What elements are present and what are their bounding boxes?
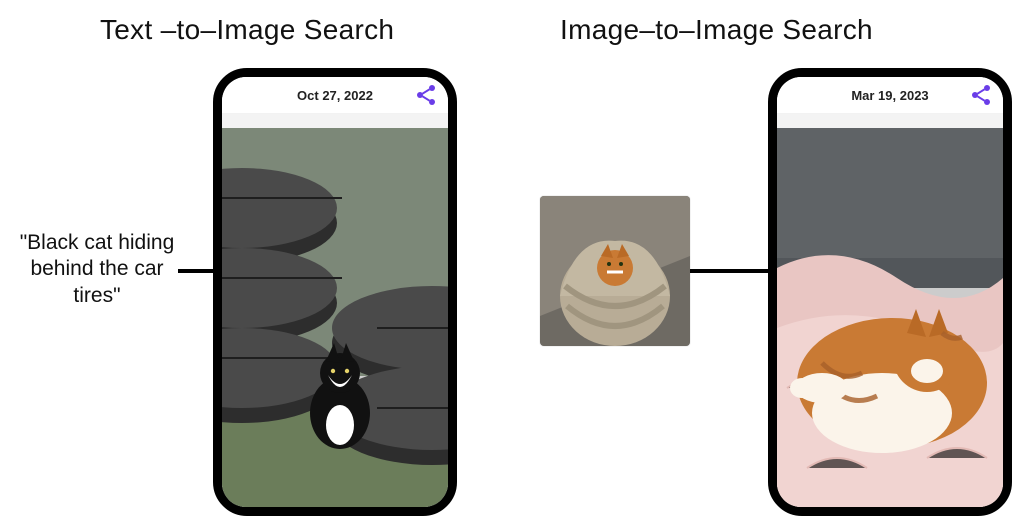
share-icon[interactable] [414, 83, 438, 107]
heading-image-to-image: Image–to–Image Search [560, 14, 873, 46]
connector-image-to-phone [690, 269, 772, 273]
share-icon[interactable] [969, 83, 993, 107]
phone-left-topbar: Oct 27, 2022 [222, 77, 448, 114]
result-image-right[interactable] [777, 128, 1003, 507]
phone-right-date: Mar 19, 2023 [851, 88, 928, 103]
result-image-left[interactable] [222, 128, 448, 507]
phone-left: Oct 27, 2022 [213, 68, 457, 516]
text-query-input[interactable]: "Black cat hiding behind the car tires" [12, 230, 182, 309]
phone-left-date: Oct 27, 2022 [297, 88, 373, 103]
connector-text-to-phone [178, 269, 218, 273]
phone-right: Mar 19, 2023 [768, 68, 1012, 516]
heading-text-to-image: Text –to–Image Search [100, 14, 394, 46]
phone-right-topbar: Mar 19, 2023 [777, 77, 1003, 114]
phone-left-strip [222, 114, 448, 128]
phone-right-strip [777, 114, 1003, 128]
image-query-thumbnail[interactable] [540, 196, 690, 346]
